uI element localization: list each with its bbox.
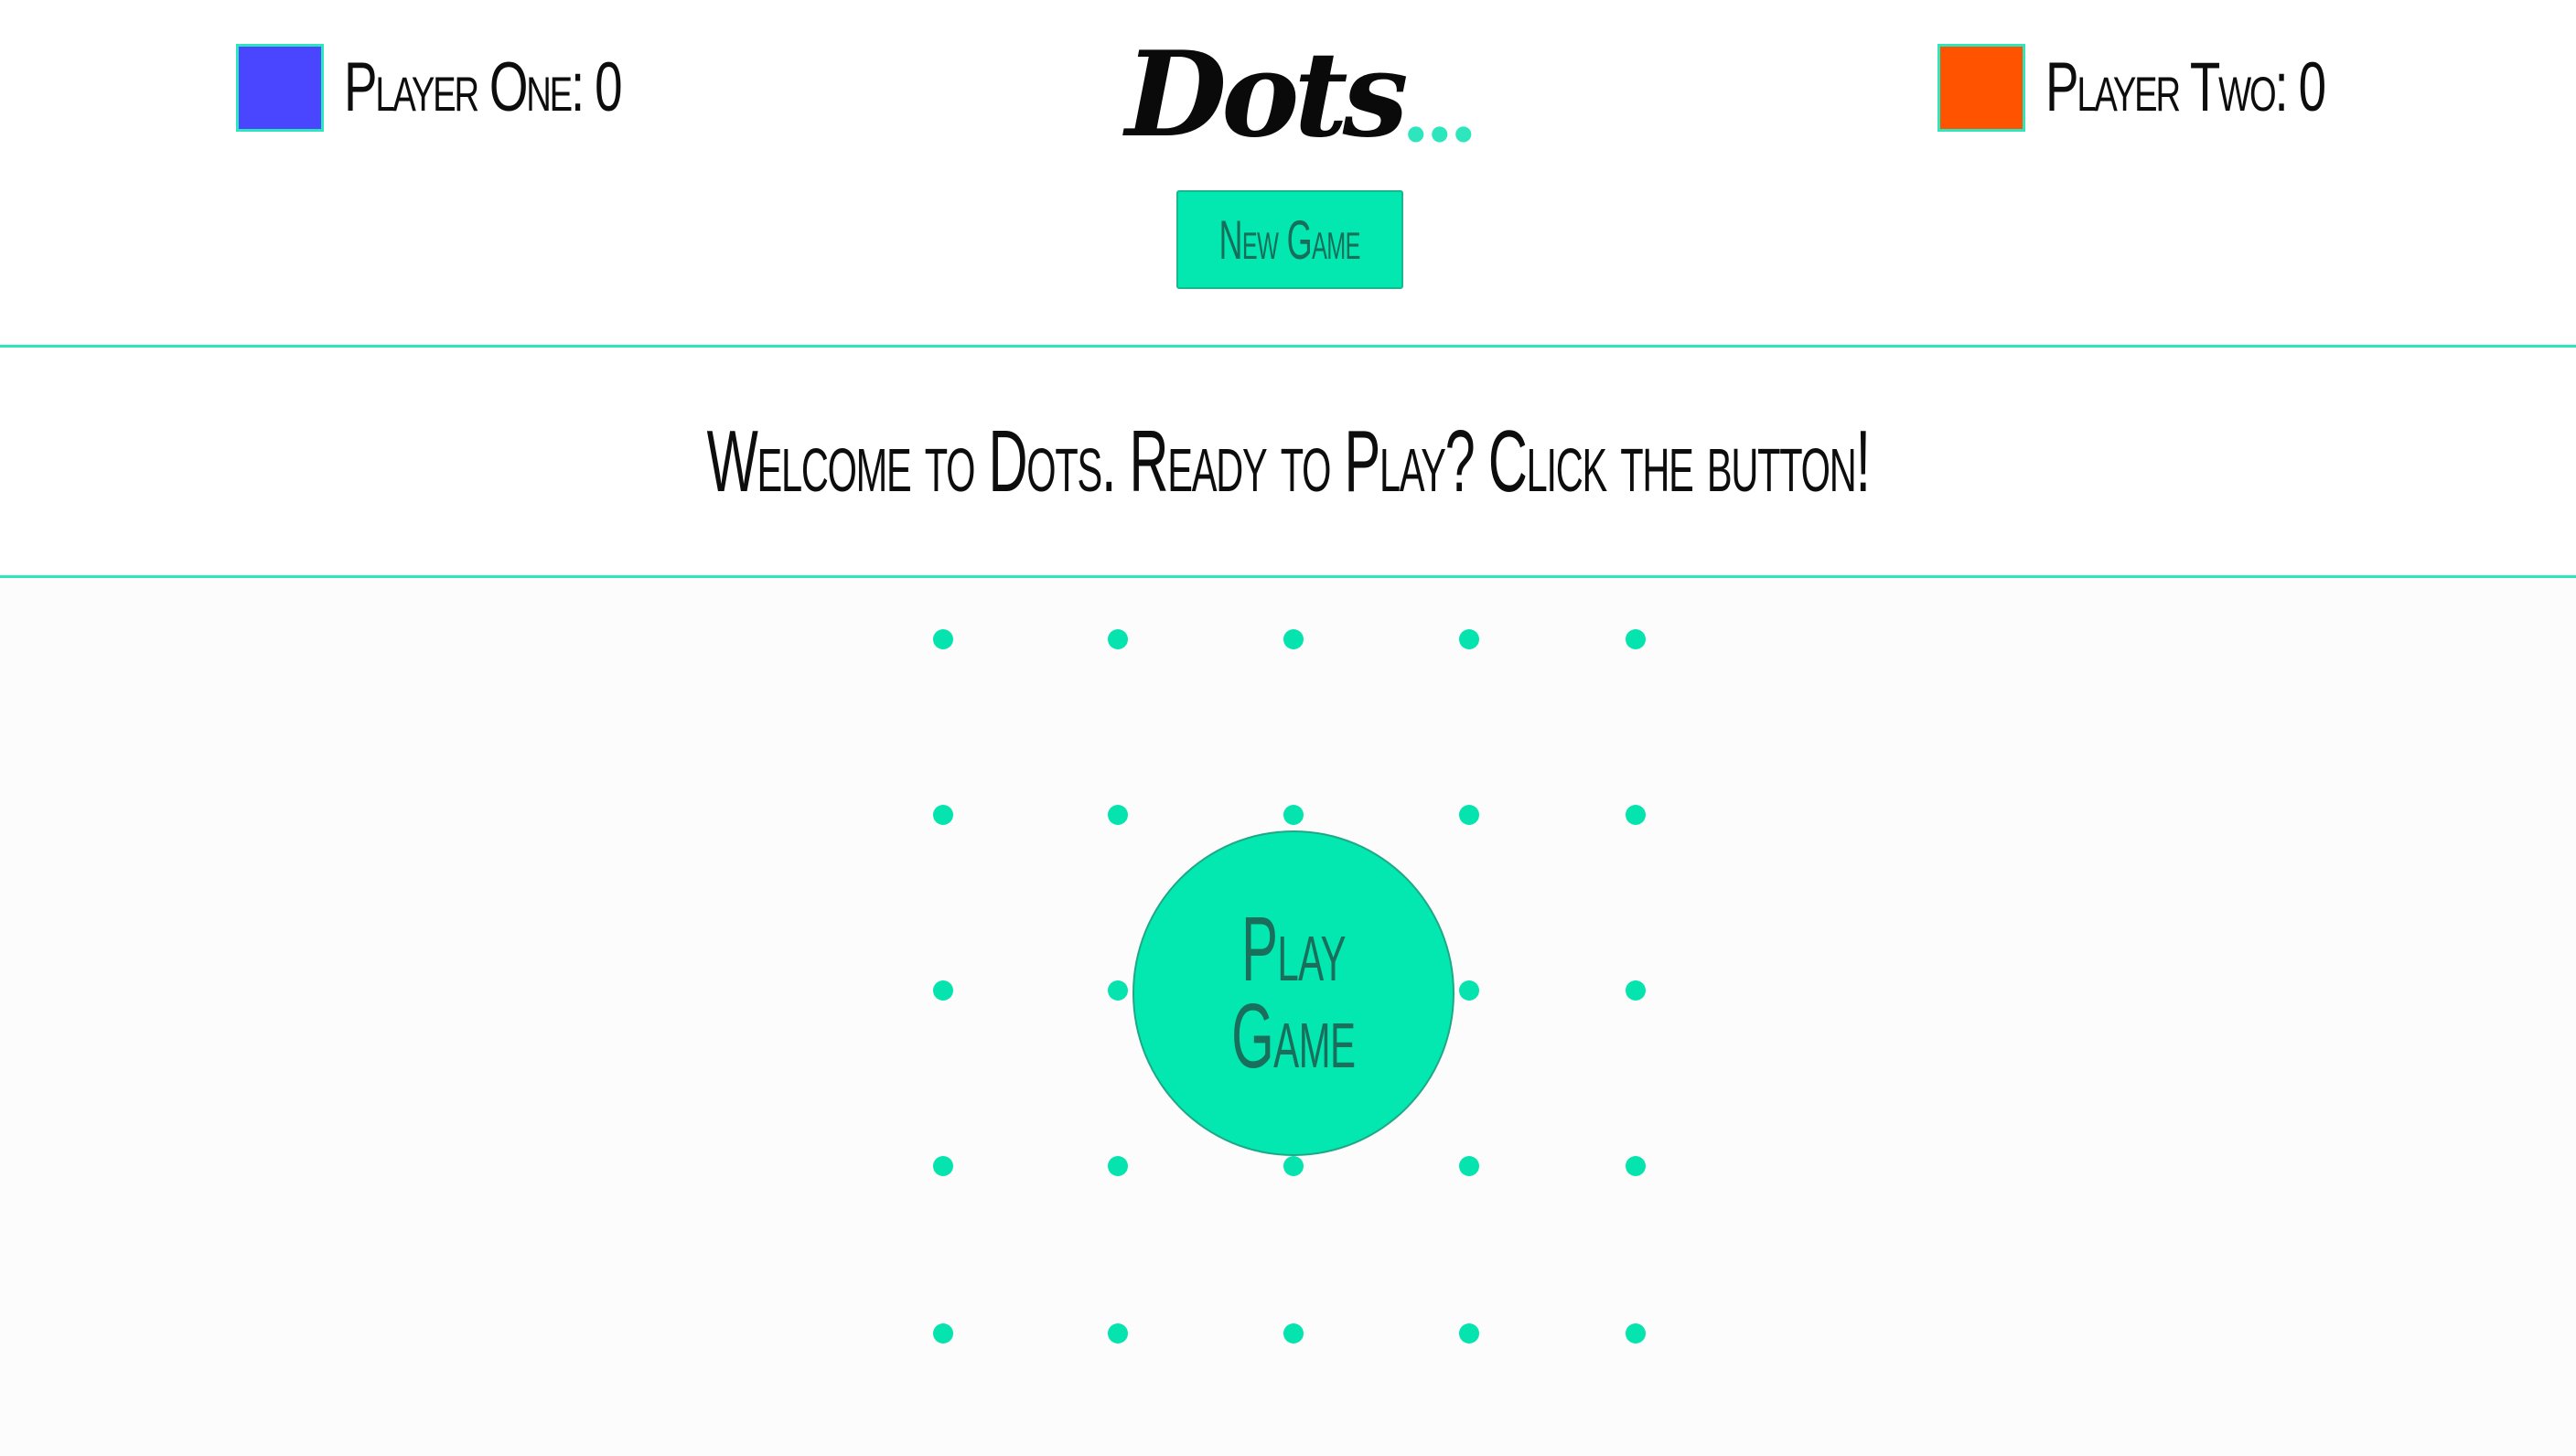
grid-dot[interactable] — [1459, 980, 1479, 1001]
grid-dot[interactable] — [1108, 1156, 1128, 1176]
grid-dot[interactable] — [1626, 805, 1646, 825]
welcome-message: Welcome to Dots. Ready to Play? Click th… — [706, 412, 1870, 510]
logo-ellipsis: ... — [1401, 62, 1478, 161]
grid-dot[interactable] — [1626, 1156, 1646, 1176]
player-two-score: Player Two: 0 — [1937, 42, 2432, 134]
player-two-label: Player Two: 0 — [2045, 48, 2326, 126]
logo-word: Dots — [1125, 27, 1409, 164]
play-game-label-line2: Game — [1231, 985, 1356, 1087]
play-game-button[interactable]: Play Game — [1132, 830, 1454, 1156]
grid-dot[interactable] — [1459, 1156, 1479, 1176]
grid-dot[interactable] — [1459, 1323, 1479, 1344]
play-game-label-line1: Play — [1241, 898, 1346, 1001]
player-one-score: Player One: 0 — [236, 42, 728, 134]
new-game-label: New Game — [1218, 209, 1361, 271]
game-header: Player One: 0 Dots ... Player Two: 0 New… — [0, 0, 2576, 348]
grid-dot[interactable] — [1459, 805, 1479, 825]
grid-dot[interactable] — [1108, 629, 1128, 649]
grid-dot[interactable] — [933, 980, 953, 1001]
grid-dot[interactable] — [1283, 629, 1304, 649]
grid-dot[interactable] — [1108, 1323, 1128, 1344]
grid-dot[interactable] — [1108, 980, 1128, 1001]
player-one-color-swatch — [236, 44, 324, 132]
grid-dot[interactable] — [933, 629, 953, 649]
grid-dot[interactable] — [1626, 629, 1646, 649]
player-two-color-swatch — [1937, 44, 2025, 132]
grid-dot[interactable] — [1283, 1323, 1304, 1344]
new-game-button[interactable]: New Game — [1176, 190, 1403, 289]
grid-dot[interactable] — [1283, 1156, 1304, 1176]
grid-dot[interactable] — [1626, 980, 1646, 1001]
grid-dot[interactable] — [1626, 1323, 1646, 1344]
grid-dot[interactable] — [933, 1323, 953, 1344]
dots-logo: Dots ... — [1125, 26, 1478, 154]
grid-dot[interactable] — [1283, 805, 1304, 825]
message-banner: Welcome to Dots. Ready to Play? Click th… — [0, 348, 2576, 578]
grid-dot[interactable] — [933, 805, 953, 825]
grid-dot[interactable] — [1459, 629, 1479, 649]
grid-dot[interactable] — [1108, 805, 1128, 825]
player-one-label: Player One: 0 — [344, 48, 623, 126]
grid-dot[interactable] — [933, 1156, 953, 1176]
